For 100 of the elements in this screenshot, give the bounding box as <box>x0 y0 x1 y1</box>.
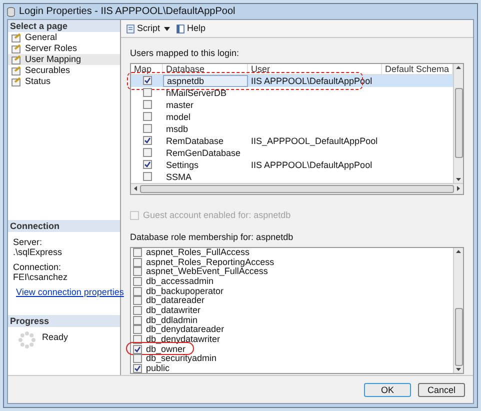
database-cell-text: RemDatabase <box>165 134 225 146</box>
mapping-row[interactable]: RemGenDatabase <box>131 146 454 158</box>
checkbox[interactable] <box>133 267 142 276</box>
checkbox[interactable] <box>133 316 142 325</box>
role-label[interactable]: db_denydatareader <box>146 325 224 334</box>
checkbox[interactable] <box>142 76 152 85</box>
vertical-scrollbar[interactable] <box>453 64 464 182</box>
database-cell-text: hMailServerDB <box>165 86 228 98</box>
checkbox[interactable] <box>133 354 142 364</box>
mapping-row[interactable]: Settings IIS APPPOOL\DefaultAppPool <box>131 158 454 170</box>
section-heading: Select a page <box>8 20 120 32</box>
checkbox[interactable] <box>142 148 152 157</box>
database-cell-text: SSMA <box>165 170 193 182</box>
scrollbar-thumb[interactable] <box>454 308 463 366</box>
checkbox[interactable] <box>133 364 142 374</box>
role-label[interactable]: db_ddladmin <box>146 316 198 325</box>
script-icon <box>126 24 135 34</box>
column-header[interactable]: Map <box>131 64 163 74</box>
page-item[interactable]: Server Roles <box>8 43 120 54</box>
role-label[interactable]: aspnet_WebEvent_FullAccess <box>146 267 268 276</box>
wrench-page-icon <box>11 54 22 64</box>
role-label[interactable]: db_datareader <box>146 296 205 306</box>
role-label[interactable]: db_accessadmin <box>146 276 214 286</box>
role-label[interactable]: db_owner <box>146 344 186 354</box>
user-cell-text: IIS_APPPOOL_DefaultAppPool <box>250 134 379 146</box>
checkbox[interactable] <box>133 258 142 267</box>
checkbox[interactable] <box>133 296 142 306</box>
window-title: Login Properties - IIS APPPOOL\DefaultAppPool <box>19 5 236 19</box>
section-heading: Connection <box>8 220 120 232</box>
section-label: Database role membership for: aspnetdb <box>130 231 294 244</box>
role-label[interactable]: db_securityadmin <box>146 354 217 364</box>
mapping-row[interactable]: master <box>131 98 454 110</box>
role-label[interactable]: db_denydatawriter <box>146 335 220 344</box>
checkbox[interactable] <box>142 100 152 109</box>
role-label[interactable]: db_datawriter <box>146 306 201 315</box>
checkbox[interactable] <box>142 160 152 169</box>
wrench-page-icon <box>11 66 22 76</box>
database-cell-text: msdb <box>165 122 190 134</box>
checkmark-icon <box>144 161 150 168</box>
scroll-up-icon[interactable] <box>456 250 462 252</box>
page-item[interactable]: General <box>8 32 120 43</box>
server-label: Server: <box>13 237 44 247</box>
column-header[interactable]: User <box>248 64 382 74</box>
wrench-page-icon <box>11 76 22 86</box>
mapping-row[interactable]: SSMA <box>131 170 454 182</box>
checkbox[interactable] <box>142 112 152 121</box>
scroll-left-icon[interactable] <box>134 186 137 191</box>
help-book-icon <box>176 24 186 34</box>
checkbox[interactable] <box>142 172 152 181</box>
checkbox[interactable] <box>133 286 142 296</box>
role-label[interactable]: public <box>146 364 170 374</box>
progress-status: Ready <box>42 331 68 344</box>
mapping-row[interactable]: hMailServerDB <box>131 86 454 98</box>
user-cell-text: IIS APPPOOL\DefaultAppPool <box>250 74 374 86</box>
column-header[interactable]: Database <box>163 64 248 74</box>
checkbox[interactable] <box>133 344 142 354</box>
view-connection-link[interactable]: View connection properties <box>16 287 124 297</box>
scrollbar-thumb[interactable] <box>454 88 463 158</box>
wrench-page-icon <box>11 44 22 54</box>
checkbox[interactable] <box>142 88 152 97</box>
dropdown-caret-icon[interactable] <box>164 26 170 30</box>
guest-account-label: Guest account enabled for: aspnetdb <box>143 208 291 222</box>
checkmark-icon <box>134 365 141 372</box>
role-label[interactable]: aspnet_Roles_FullAccess <box>146 248 250 257</box>
database-cell-text: RemGenDatabase <box>165 146 242 158</box>
mapping-row[interactable]: RemDatabase IIS_APPPOOL_DefaultAppPool <box>131 134 454 146</box>
help-button[interactable]: Help <box>176 22 206 36</box>
horizontal-scrollbar[interactable] <box>131 182 464 194</box>
scrollbar-thumb[interactable] <box>140 184 454 192</box>
checkmark-icon <box>144 77 150 84</box>
cancel-button[interactable]: Cancel <box>418 382 465 396</box>
role-label[interactable]: db_backupoperator <box>146 286 224 296</box>
ok-button[interactable]: OK <box>364 382 411 396</box>
database-icon <box>7 6 15 16</box>
role-label[interactable]: aspnet_Roles_ReportingAccess <box>146 258 274 267</box>
mapping-row[interactable]: msdb <box>131 122 454 134</box>
checkbox[interactable] <box>142 136 152 145</box>
section-label: Users mapped to this login: <box>130 47 240 60</box>
checkbox[interactable] <box>133 306 142 315</box>
scroll-up-icon[interactable] <box>456 66 462 68</box>
checkmark-icon <box>144 137 150 144</box>
database-cell-text: model <box>165 110 192 122</box>
checkbox[interactable] <box>133 325 142 334</box>
connection-label: Connection: <box>13 262 62 272</box>
wrench-page-icon <box>11 32 22 42</box>
mapping-row[interactable]: model <box>131 110 454 122</box>
spinner-icon <box>18 331 36 349</box>
page-item[interactable]: Securables <box>8 65 120 76</box>
database-cell-text: Settings <box>165 158 200 170</box>
server-value: .\sqlExpress <box>13 247 64 257</box>
scroll-right-icon[interactable] <box>457 186 460 191</box>
page-item[interactable]: User Mapping <box>8 54 120 65</box>
vertical-scrollbar[interactable] <box>453 248 464 374</box>
checkmark-icon <box>134 346 141 353</box>
page-item[interactable]: Status <box>8 76 120 87</box>
checkbox[interactable] <box>133 248 142 257</box>
scroll-down-icon[interactable] <box>456 178 462 180</box>
checkbox[interactable] <box>133 276 142 286</box>
checkbox[interactable] <box>142 124 152 133</box>
script-button[interactable]: Script <box>126 22 160 36</box>
